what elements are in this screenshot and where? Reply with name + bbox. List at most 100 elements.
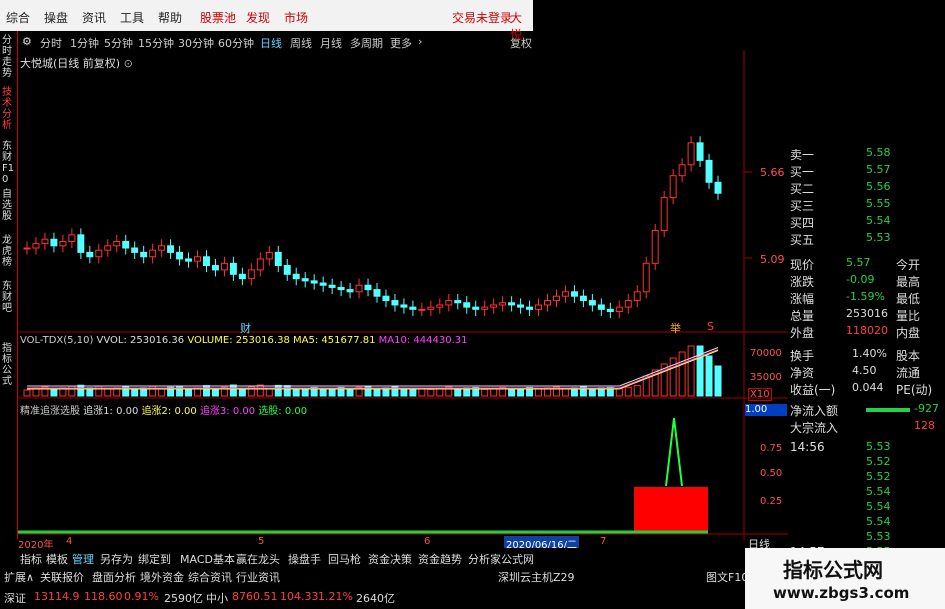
candle-body <box>50 238 58 247</box>
candle-body <box>194 256 201 262</box>
marker-ju[interactable]: 举 <box>670 320 681 336</box>
login-status[interactable]: 交易未登录 <box>452 9 512 26</box>
tick-price: 5.54 <box>866 515 891 528</box>
toolbar-kuozhan[interactable]: 扩展∧ <box>4 569 34 585</box>
period-week[interactable]: 周线 <box>290 35 312 51</box>
marker-cai[interactable]: 财 <box>240 320 251 336</box>
candle-body <box>642 262 650 293</box>
marker-s[interactable]: S <box>707 320 714 333</box>
candle-body <box>319 282 327 286</box>
toolbar-zijinqushi[interactable]: 资金趋势 <box>418 551 462 567</box>
candle-body <box>526 306 534 310</box>
toolbar-lingcunwei[interactable]: 另存为 <box>100 551 133 567</box>
period-30min[interactable]: 30分钟 <box>178 35 214 51</box>
menu-item-caopan[interactable]: 操盘 <box>44 9 68 26</box>
toolbar-huimaqiang[interactable]: 回马枪 <box>328 551 361 567</box>
tab-jishu[interactable]: 技术分析 <box>2 87 15 131</box>
toolbar-macd[interactable]: MACD基本 <box>180 551 235 567</box>
candle-body <box>517 304 525 308</box>
tab-longhu[interactable]: 龙虎榜 <box>2 235 15 268</box>
toolbar-tuwenf10[interactable]: 图文F10 <box>706 569 748 585</box>
volume-bar <box>490 387 498 397</box>
menu-item-zonghe[interactable]: 综合 <box>6 9 30 26</box>
candle-body <box>606 308 614 313</box>
period-day[interactable]: 日线 <box>260 35 282 51</box>
menu-bar: 综合 操盘 资讯 工具 帮助 股票池 发现 市场 交易未登录 大悦 <box>0 0 533 42</box>
candle-body <box>185 258 193 262</box>
toolbar-yingzailongtou[interactable]: 赢在龙头 <box>236 551 280 567</box>
flow-label: 大宗流入 <box>790 421 839 435</box>
menu-item-gongju[interactable]: 工具 <box>120 9 144 26</box>
candle-body <box>660 197 668 231</box>
toolbar-zhibiao[interactable]: 指标 <box>20 551 42 567</box>
menu-item-zixun[interactable]: 资讯 <box>82 9 106 26</box>
period-month[interactable]: 月线 <box>320 35 342 51</box>
candle-body <box>633 291 641 302</box>
candle-body <box>140 251 148 258</box>
zhuizhang1: 追涨1: 0.00 <box>83 406 139 417</box>
toolbar-zijinjuece[interactable]: 资金决策 <box>368 551 412 567</box>
indicator-title[interactable]: 精准追涨选股 <box>20 406 80 417</box>
info-toolbar: 扩展∧ 关联报价 盘面分析 境外资金 综合资讯 行业资讯 深圳云主机Z29 图文… <box>0 566 790 584</box>
tab-faxian[interactable]: 发现 <box>246 9 270 26</box>
toolbar-fenxijia[interactable]: 分析家公式网 <box>468 551 534 567</box>
signal-spike <box>665 417 683 487</box>
quote-right-label: 量比 <box>896 309 921 323</box>
toolbar-muban[interactable]: 模板 <box>46 551 68 567</box>
period-1min[interactable]: 1分钟 <box>70 35 99 51</box>
tab-zhibiao[interactable]: 指标公式 <box>2 343 15 387</box>
candle-body <box>705 159 713 183</box>
period-more[interactable]: 更多 <box>390 35 412 51</box>
orderbook-label: 买四 <box>790 216 815 230</box>
tab-gupiaochi[interactable]: 股票池 <box>200 9 236 26</box>
volume-bar <box>292 388 300 397</box>
volume-header: VOL-TDX(5,10) VVOL: 253016.36 VOLUME: 25… <box>20 335 467 346</box>
period-60min[interactable]: 60分钟 <box>218 35 254 51</box>
toolbar-bangding[interactable]: 绑定到 <box>138 551 171 567</box>
volume-bar <box>328 387 336 397</box>
tab-shichang[interactable]: 市场 <box>284 9 308 26</box>
ma5-line <box>27 347 719 387</box>
candle-body <box>59 240 67 247</box>
toolbar-guanlianbaojia[interactable]: 关联报价 <box>40 569 84 585</box>
flow-value: -927 <box>914 402 939 415</box>
date-m6: 6 <box>424 536 431 547</box>
volume-bar <box>481 388 489 397</box>
volume-bar <box>517 387 525 397</box>
mid-name: 中小 <box>206 592 228 605</box>
toolbar-guanli[interactable]: 管理 <box>72 551 94 567</box>
tab-zixuan[interactable]: 自选股 <box>2 189 15 222</box>
candle-body <box>409 306 417 310</box>
period-fenshi[interactable]: 分时 <box>40 35 62 51</box>
toolbar-hangyezixun[interactable]: 行业资讯 <box>236 569 280 585</box>
period-15min[interactable]: 15分钟 <box>138 35 174 51</box>
ma10-line <box>27 349 719 389</box>
watermark-logo: 指标公式网 www.zbgs3.com <box>745 548 945 609</box>
candle-body <box>167 245 175 253</box>
candle-body <box>220 262 228 271</box>
orderbook-price: 5.53 <box>866 231 891 244</box>
stat-value: 0.044 <box>852 381 884 394</box>
menu-item-bangzhu[interactable]: 帮助 <box>158 9 182 26</box>
toolbar-zonghezixun[interactable]: 综合资讯 <box>188 569 232 585</box>
candle-body <box>41 238 49 245</box>
restore-button[interactable]: 复权 <box>510 35 532 51</box>
vol-axis-70000: 70000 <box>750 348 782 359</box>
orderbook-price: 5.58 <box>866 146 891 159</box>
tab-f10[interactable]: 东财F10 <box>2 141 15 185</box>
volume-bar <box>77 384 85 397</box>
kline-chart[interactable] <box>18 50 790 540</box>
period-multi[interactable]: 多周期 <box>350 35 383 51</box>
toolbar-caopanshou[interactable]: 操盘手 <box>288 551 321 567</box>
toolbar-jingwaizijin[interactable]: 境外资金 <box>140 569 184 585</box>
tab-fenshi[interactable]: 分时走势 <box>2 35 15 79</box>
volume-bar <box>211 388 219 397</box>
chevron-right-icon[interactable]: › <box>418 35 422 48</box>
toolbar-pankoufenxi[interactable]: 盘面分析 <box>92 569 136 585</box>
volume-bar <box>256 384 264 397</box>
candle-body <box>301 278 309 282</box>
period-5min[interactable]: 5分钟 <box>104 35 133 51</box>
tab-guba[interactable]: 东财吧 <box>2 281 15 314</box>
volume-bar <box>346 388 354 397</box>
quote-panel: 卖一 5.58 买一 5.57 买二 5.56 买三 5.55 买四 5.54 买五 5.53 现价 5.… <box>788 140 945 559</box>
